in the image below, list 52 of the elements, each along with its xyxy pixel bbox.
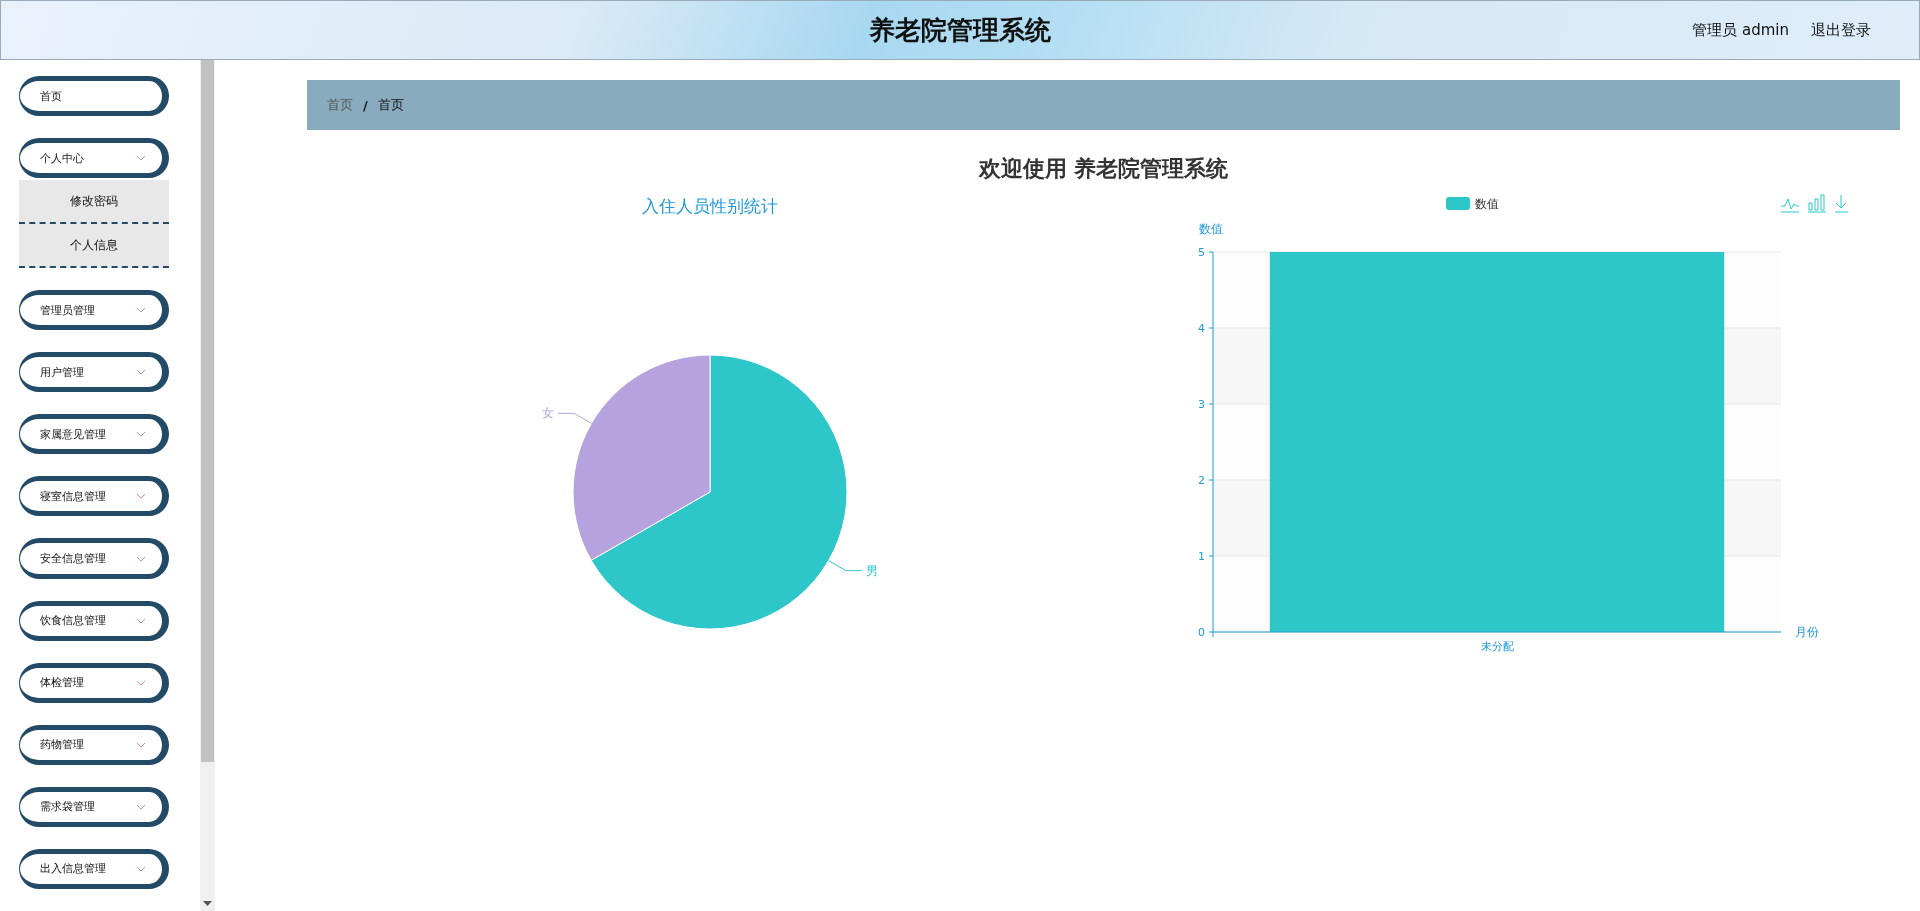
menu-item[interactable]: 安全信息管理	[19, 538, 169, 579]
menu-item[interactable]: 管理员管理	[19, 290, 169, 331]
bar-chart-icon[interactable]	[1807, 194, 1826, 213]
breadcrumb-item: 首页	[377, 96, 404, 114]
tick-label: 0	[1197, 626, 1205, 639]
menu-item[interactable]: 体检管理	[19, 662, 169, 703]
chevron-down-icon	[136, 493, 146, 500]
leader-line	[557, 412, 592, 424]
category-label: 未分配	[1480, 640, 1513, 653]
menu-item[interactable]: 个人中心	[19, 138, 169, 179]
slice-label: 男	[865, 563, 878, 578]
submenu-item[interactable]: 个人信息	[19, 224, 169, 269]
menu-item[interactable]: 需求袋管理	[19, 786, 169, 827]
tick-label: 1	[1197, 550, 1205, 563]
chart-title: 入住人员性别统计	[642, 196, 778, 216]
chevron-down-icon	[136, 555, 146, 562]
menu-item[interactable]: 首页	[19, 76, 169, 117]
axis-title: 数值	[1198, 222, 1223, 236]
tick-label: 4	[1197, 322, 1205, 335]
chevron-down-icon	[136, 741, 146, 748]
menu-item[interactable]: 药物管理	[19, 724, 169, 765]
download-icon[interactable]	[1834, 194, 1848, 213]
chevron-down-icon	[136, 865, 146, 872]
leader-line	[828, 560, 863, 572]
app-title: 养老院管理系统	[869, 13, 1051, 47]
scrollbar[interactable]	[200, 60, 215, 911]
menu-item[interactable]: 饮食信息管理	[19, 600, 169, 641]
chevron-down-icon	[136, 679, 146, 686]
tick-label: 5	[1197, 246, 1205, 259]
submenu-item[interactable]: 修改密码	[19, 180, 169, 225]
chevron-down-icon	[136, 803, 146, 810]
user-label: 管理员 admin	[1692, 20, 1789, 40]
legend-swatch[interactable]	[1445, 197, 1470, 210]
menu-item[interactable]: 家属意见管理	[19, 414, 169, 455]
slice-label: 女	[542, 406, 555, 421]
chevron-down-icon	[136, 155, 146, 162]
line-chart-icon[interactable]	[1780, 198, 1799, 213]
menu-item[interactable]: 用户管理	[19, 352, 169, 393]
menu-item[interactable]: 出入信息管理	[19, 848, 169, 889]
tick-label: 3	[1197, 398, 1205, 411]
welcome-heading: 欢迎使用 养老院管理系统	[977, 155, 1230, 183]
chevron-down-icon	[136, 369, 146, 376]
scroll-down-arrow-icon[interactable]	[203, 901, 212, 907]
chevron-down-icon	[136, 431, 146, 438]
menu-item[interactable]: 寝室信息管理	[19, 476, 169, 517]
chevron-down-icon	[136, 307, 146, 314]
axis-title: 月份	[1794, 625, 1819, 639]
breadcrumb-separator: /	[363, 97, 368, 113]
logout-link[interactable]: 退出登录	[1811, 20, 1871, 40]
chevron-down-icon	[136, 617, 146, 624]
legend-label[interactable]: 数值	[1474, 197, 1499, 211]
tick-label: 2	[1197, 474, 1205, 487]
